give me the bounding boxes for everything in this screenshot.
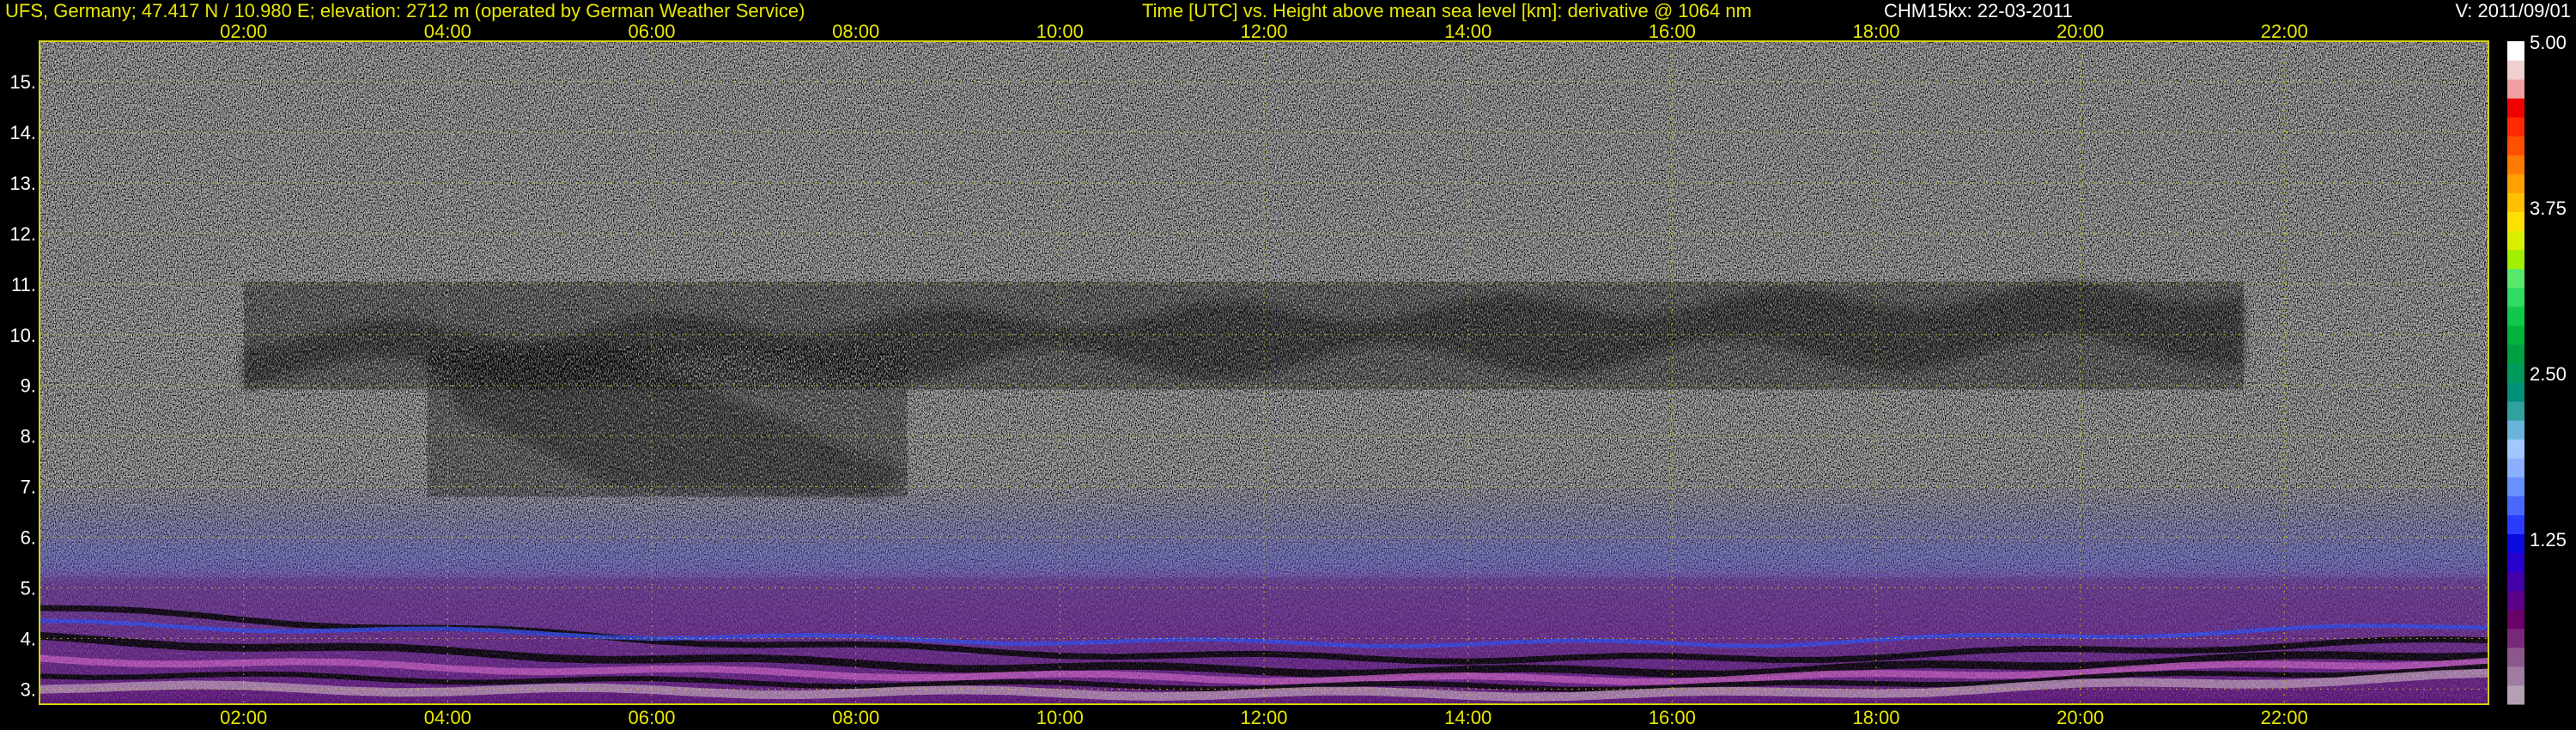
colorbar-swatch xyxy=(2507,41,2524,61)
colorbar-swatch xyxy=(2507,382,2524,402)
colorbar-swatch xyxy=(2507,249,2524,270)
boundary-layer xyxy=(39,577,2488,704)
x-tick-label-top: 08:00 xyxy=(832,21,879,42)
x-tick-label-top: 14:00 xyxy=(1444,21,1492,42)
colorbar-swatch xyxy=(2507,590,2524,611)
y-tick-label: 11. xyxy=(11,274,36,295)
colorbar-swatch xyxy=(2507,496,2524,515)
colorbar-swatch xyxy=(2507,287,2524,307)
x-tick-label-top: 18:00 xyxy=(1852,21,1899,42)
colorbar-tick-label: 1.25 xyxy=(2530,529,2567,551)
y-tick-label: 4. xyxy=(21,628,36,649)
x-tick-label-top: 22:00 xyxy=(2261,21,2308,42)
ceilometer-chart: 02:00 04:00 06:00 08:00 10:00 12:00 14:00 16:00… xyxy=(9,21,2567,728)
colorbar-swatch xyxy=(2507,533,2524,554)
x-tick-label-bottom: 06:00 xyxy=(628,707,675,728)
y-tick-label: 12. xyxy=(9,223,36,245)
colorbar-swatch xyxy=(2507,647,2524,667)
y-axis: 3. 4. 5. 6. 7. 8. 9. 10. 11. 12. 13. 14. 15. xyxy=(9,71,36,700)
colorbar-swatch xyxy=(2507,666,2524,686)
colorbar-swatch xyxy=(2507,306,2524,326)
x-tick-label-bottom: 10:00 xyxy=(1036,707,1084,728)
colorbar-swatch xyxy=(2507,420,2524,440)
x-tick-label-bottom: 22:00 xyxy=(2261,707,2308,728)
colorbar-swatch xyxy=(2507,477,2524,496)
y-tick-label: 10. xyxy=(9,325,36,346)
colorbar-swatch xyxy=(2507,458,2524,478)
colorbar-tick-label: 3.75 xyxy=(2530,198,2567,219)
colorbar-swatch xyxy=(2507,609,2524,630)
colorbar-tick-label: 2.50 xyxy=(2530,363,2567,385)
y-tick-label: 14. xyxy=(9,122,36,143)
colorbar-swatch xyxy=(2507,268,2524,289)
colorbar-swatch xyxy=(2507,552,2524,573)
y-tick-label: 5. xyxy=(21,577,36,599)
colorbar-swatch xyxy=(2507,98,2524,118)
x-tick-label-bottom: 18:00 xyxy=(1852,707,1899,728)
x-tick-label-bottom: 02:00 xyxy=(220,707,267,728)
colorbar-swatch xyxy=(2507,155,2524,174)
x-tick-label-bottom: 16:00 xyxy=(1649,707,1696,728)
colorbar-swatch xyxy=(2507,344,2524,364)
colorbar-swatch xyxy=(2507,173,2524,193)
colorbar-swatch xyxy=(2507,192,2524,213)
x-tick-label-bottom: 12:00 xyxy=(1240,707,1287,728)
colorbar-swatch xyxy=(2507,325,2524,345)
x-tick-label-bottom: 04:00 xyxy=(424,707,471,728)
y-tick-label: 6. xyxy=(21,527,36,549)
x-tick-label-top: 10:00 xyxy=(1036,21,1084,42)
colorbar: 1.25 2.50 3.75 5.00 xyxy=(2507,32,2567,705)
x-axis-top: 02:00 04:00 06:00 08:00 10:00 12:00 14:00 16:00… xyxy=(220,21,2308,42)
x-tick-label-top: 20:00 xyxy=(2057,21,2104,42)
colorbar-swatch xyxy=(2507,117,2524,137)
colorbar-swatch xyxy=(2507,79,2524,99)
y-tick-label: 15. xyxy=(9,71,36,93)
x-tick-label-bottom: 08:00 xyxy=(832,707,879,728)
colorbar-tick-label: 5.00 xyxy=(2530,32,2567,53)
x-tick-label-top: 02:00 xyxy=(220,21,267,42)
colorbar-swatch xyxy=(2507,60,2524,80)
x-tick-label-top: 16:00 xyxy=(1649,21,1696,42)
colorbar-swatch xyxy=(2507,211,2524,232)
x-tick-label-top: 12:00 xyxy=(1240,21,1287,42)
colorbar-swatch xyxy=(2507,684,2524,705)
colorbar-swatch xyxy=(2507,401,2524,421)
x-axis-bottom: 02:00 04:00 06:00 08:00 10:00 12:00 14:00 16:00… xyxy=(220,707,2308,728)
y-tick-label: 9. xyxy=(21,375,36,397)
colorbar-swatch xyxy=(2507,571,2524,592)
colorbar-swatch xyxy=(2507,514,2524,534)
x-tick-label-bottom: 20:00 xyxy=(2057,707,2104,728)
colorbar-swatch xyxy=(2507,439,2524,459)
colorbar-swatch xyxy=(2507,628,2524,648)
x-tick-label-top: 06:00 xyxy=(628,21,675,42)
x-tick-label-bottom: 14:00 xyxy=(1444,707,1492,728)
x-tick-label-top: 04:00 xyxy=(424,21,471,42)
y-tick-label: 13. xyxy=(9,173,36,194)
y-tick-label: 8. xyxy=(21,426,36,447)
colorbar-swatch xyxy=(2507,362,2524,383)
y-tick-label: 3. xyxy=(21,678,36,700)
y-tick-label: 7. xyxy=(21,477,36,498)
colorbar-swatch xyxy=(2507,136,2524,155)
colorbar-swatch xyxy=(2507,230,2524,251)
